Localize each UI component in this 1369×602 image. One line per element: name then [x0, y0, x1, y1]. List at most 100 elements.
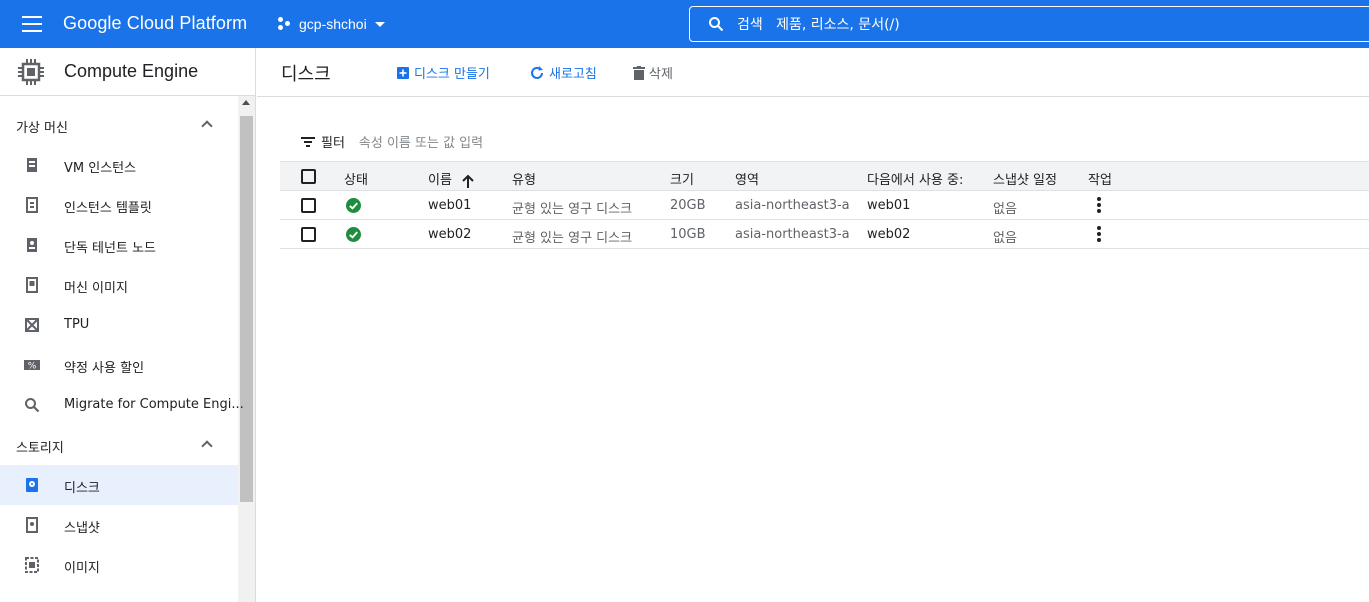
sidebar-item-label: TPU [64, 317, 90, 332]
caret-down-icon [374, 21, 385, 27]
project-dots-icon [278, 17, 292, 31]
hamburger-menu-icon[interactable] [22, 16, 42, 32]
table-row[interactable]: web02 균형 있는 영구 디스크 10GB asia-northeast3-… [280, 220, 1369, 249]
chevron-up-icon [201, 120, 213, 132]
disk-size: 20GB [670, 198, 706, 213]
more-actions-icon[interactable] [1096, 197, 1102, 215]
sidebar-item-label: Migrate for Compute Engi... [64, 397, 244, 412]
node-icon [27, 238, 37, 252]
sidebar-item-committed-use-discounts[interactable]: % 약정 사용 할인 [0, 345, 238, 385]
machine-image-icon [26, 277, 38, 293]
search-icon [709, 17, 724, 32]
sidebar-item-tpu[interactable]: TPU [0, 305, 238, 345]
sidebar-item-disks[interactable]: 디스크 [0, 465, 238, 505]
row-checkbox[interactable] [301, 198, 316, 213]
filter-label: 필터 [321, 136, 345, 151]
sidebar-item-label: 머신 이미지 [64, 281, 128, 296]
vm-icon [27, 158, 37, 172]
scroll-up-arrow-icon[interactable] [242, 100, 250, 105]
create-disk-label: 디스크 만들기 [414, 67, 490, 82]
brand-title[interactable]: Google Cloud Platform [63, 13, 247, 34]
disk-zone: asia-northeast3-a [735, 227, 850, 242]
sidebar-item-label: 이미지 [64, 561, 100, 576]
column-name-label: 이름 [428, 173, 452, 188]
product-header: Compute Engine [0, 48, 255, 96]
filter-input[interactable]: 속성 이름 또는 값 입력 [359, 132, 483, 151]
sidebar-item-snapshots[interactable]: 스냅샷 [0, 505, 238, 545]
disk-name-link[interactable]: web02 [428, 227, 471, 242]
sidebar-item-machine-images[interactable]: 머신 이미지 [0, 265, 238, 305]
sidebar-item-sole-tenant-nodes[interactable]: 단독 테넌트 노드 [0, 225, 238, 265]
sidebar-item-instance-templates[interactable]: 인스턴스 템플릿 [0, 185, 238, 225]
table-row[interactable]: web01 균형 있는 영구 디스크 20GB asia-northeast3-… [280, 191, 1369, 220]
delete-label: 삭제 [649, 67, 673, 82]
section-storage[interactable]: 스토리지 [0, 426, 238, 466]
snapshot-schedule: 없음 [993, 202, 1017, 217]
search-bar[interactable]: 검색 제품, 리소스, 문서(/) [689, 6, 1369, 42]
svg-text:%: % [28, 362, 37, 372]
disk-zone: asia-northeast3-a [735, 198, 850, 213]
column-name[interactable]: 이름 [428, 169, 474, 188]
sidebar-item-migrate[interactable]: Migrate for Compute Engi... [0, 385, 244, 425]
column-size[interactable]: 크기 [670, 169, 694, 188]
disk-type: 균형 있는 영구 디스크 [512, 231, 633, 246]
main-content: 디스크 디스크 만들기 새로고침 삭제 필터 속성 이름 또는 값 입력 상태 … [257, 48, 1369, 602]
sidebar: Compute Engine 가상 머신 VM 인스턴스 인스턴스 템플릿 단독… [0, 48, 256, 602]
status-ok-icon [346, 227, 361, 242]
add-box-icon [397, 66, 409, 79]
column-actions: 작업 [1088, 173, 1112, 188]
search-placeholder: 검색 제품, 리소스, 문서(/) [737, 17, 900, 33]
disk-icon [26, 478, 38, 492]
row-checkbox[interactable] [301, 227, 316, 242]
filter-icon [301, 136, 315, 147]
column-type[interactable]: 유형 [512, 169, 536, 188]
tpu-icon [25, 318, 39, 332]
sidebar-item-label: 인스턴스 템플릿 [64, 201, 152, 216]
delete-button[interactable]: 삭제 [633, 63, 673, 82]
sidebar-item-label: VM 인스턴스 [64, 161, 137, 176]
percent-icon: % [24, 360, 40, 372]
sidebar-item-label: 디스크 [64, 481, 100, 496]
sidebar-item-images[interactable]: 이미지 [0, 545, 238, 585]
table-header-row: 상태 이름 유형 크기 영역 다음에서 사용 중: 스냅샷 일정 작업 [280, 161, 1369, 191]
sidebar-item-vm-instances[interactable]: VM 인스턴스 [0, 145, 238, 185]
section-virtual-machines[interactable]: 가상 머신 [0, 106, 238, 146]
top-bar: Google Cloud Platform gcp-shchoi 검색 제품, … [0, 0, 1369, 48]
filter-bar[interactable]: 필터 속성 이름 또는 값 입력 [301, 132, 483, 151]
sidebar-item-label: 단독 테넌트 노드 [64, 241, 156, 256]
search-icon [25, 398, 40, 413]
compute-engine-chip-icon [18, 58, 44, 85]
project-selector[interactable]: gcp-shchoi [278, 11, 385, 37]
image-icon [25, 557, 39, 573]
refresh-label: 새로고침 [549, 67, 597, 82]
refresh-icon [531, 65, 543, 79]
section-label: 스토리지 [16, 440, 64, 456]
disk-size: 10GB [670, 227, 706, 242]
snapshot-icon [26, 517, 38, 533]
scroll-thumb[interactable] [240, 116, 253, 502]
sidebar-item-label: 스냅샷 [64, 521, 100, 536]
project-name: gcp-shchoi [299, 16, 367, 32]
column-in-use-by[interactable]: 다음에서 사용 중: [867, 169, 963, 188]
create-disk-button[interactable]: 디스크 만들기 [396, 63, 490, 82]
select-all-checkbox[interactable] [301, 169, 316, 184]
disks-table: 상태 이름 유형 크기 영역 다음에서 사용 중: 스냅샷 일정 작업 web0… [280, 161, 1369, 249]
trash-icon [633, 65, 645, 80]
in-use-by-link[interactable]: web02 [867, 227, 910, 242]
sidebar-scrollbar[interactable] [238, 96, 255, 602]
refresh-button[interactable]: 새로고침 [529, 63, 597, 82]
status-ok-icon [346, 198, 361, 213]
section-label: 가상 머신 [16, 120, 68, 136]
column-zone[interactable]: 영역 [735, 169, 759, 188]
more-actions-icon[interactable] [1096, 226, 1102, 244]
chevron-up-icon [201, 440, 213, 452]
in-use-by-link[interactable]: web01 [867, 198, 910, 213]
column-snapshot-schedule[interactable]: 스냅샷 일정 [993, 169, 1057, 188]
sidebar-item-label: 약정 사용 할인 [64, 361, 145, 376]
snapshot-schedule: 없음 [993, 231, 1017, 246]
column-status[interactable]: 상태 [344, 169, 368, 188]
template-icon [26, 197, 38, 213]
product-title: Compute Engine [64, 61, 199, 81]
disk-name-link[interactable]: web01 [428, 198, 471, 213]
toolbar: 디스크 디스크 만들기 새로고침 삭제 [257, 48, 1369, 97]
